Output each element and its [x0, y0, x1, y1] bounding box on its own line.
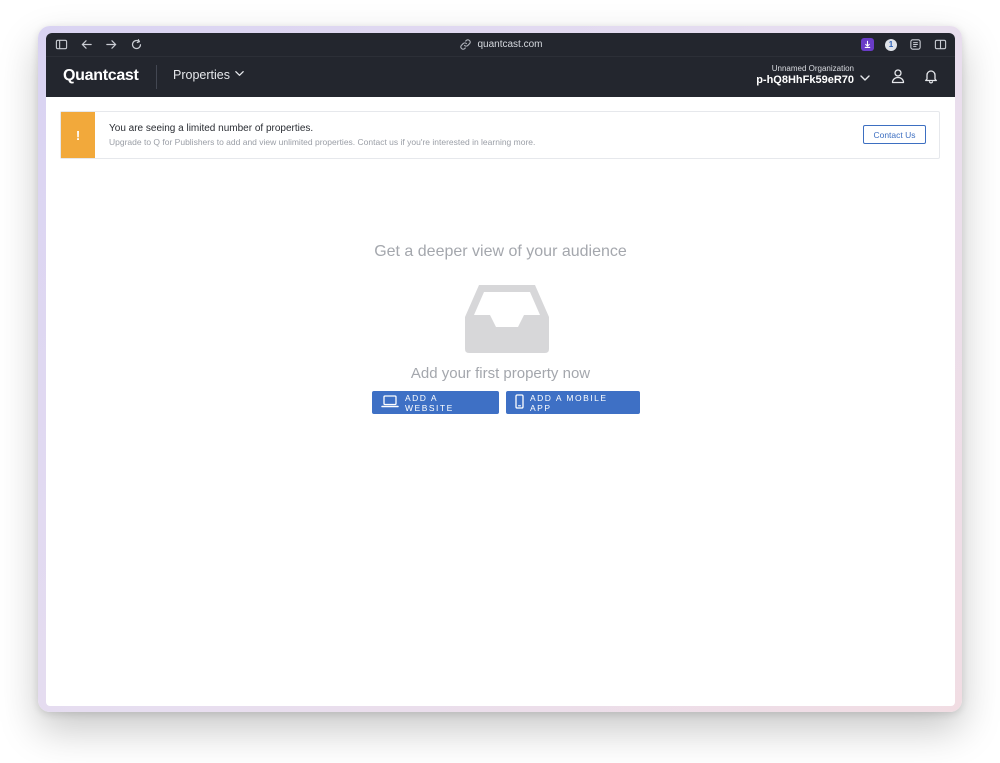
split-view-icon[interactable] — [933, 38, 947, 52]
add-website-label: ADD A WEBSITE — [405, 392, 454, 413]
forward-arrow-icon[interactable] — [104, 38, 118, 52]
add-property-actions: ADD A WEBSITE ADD A MOBILE APP — [372, 391, 640, 414]
address-bar: quantcast.com — [46, 33, 955, 56]
empty-state-title: Get a deeper view of your audience — [374, 243, 627, 260]
bell-icon[interactable] — [923, 68, 939, 89]
browser-window: quantcast.com 1 Quantcast Properties Unn — [46, 33, 955, 706]
browser-nav-controls — [54, 33, 143, 56]
warning-icon: ! — [61, 112, 95, 158]
properties-menu[interactable]: Properties — [173, 68, 245, 82]
sidebar-icon[interactable] — [54, 38, 68, 52]
organization-switcher[interactable]: Unnamed Organization p-hQ8HhFk59eR70 — [756, 64, 854, 87]
inbox-tray-icon — [465, 285, 549, 353]
organization-name: Unnamed Organization — [771, 64, 854, 73]
chevron-down-icon[interactable] — [859, 71, 871, 89]
banner-title: You are seeing a limited number of prope… — [109, 123, 314, 134]
browser-toolbar: quantcast.com 1 — [46, 33, 955, 56]
contact-us-button[interactable]: Contact Us — [863, 125, 926, 144]
app-header: Quantcast Properties Unnamed Organizatio… — [46, 56, 955, 97]
banner-subtitle: Upgrade to Q for Publishers to add and v… — [109, 137, 536, 147]
reload-icon[interactable] — [129, 38, 143, 52]
reader-icon[interactable] — [908, 38, 922, 52]
properties-menu-label: Properties — [173, 68, 230, 82]
organization-id: p-hQ8HhFk59eR70 — [756, 74, 854, 86]
add-mobile-app-button[interactable]: ADD A MOBILE APP — [506, 391, 640, 414]
add-mobile-app-label: ADD A MOBILE APP — [530, 392, 608, 413]
password-manager-icon[interactable]: 1 — [885, 38, 897, 51]
mobile-phone-icon — [515, 394, 524, 411]
download-extension-icon[interactable] — [861, 38, 874, 51]
laptop-icon — [381, 395, 399, 410]
user-icon[interactable] — [890, 68, 906, 89]
empty-state-subtitle: Add your first property now — [410, 365, 591, 382]
url-text[interactable]: quantcast.com — [477, 39, 542, 50]
browser-extensions: 1 — [861, 33, 947, 56]
quantcast-logo[interactable]: Quantcast — [63, 67, 139, 85]
back-arrow-icon[interactable] — [79, 38, 93, 52]
limited-properties-banner: ! You are seeing a limited number of pro… — [60, 111, 940, 159]
header-divider — [156, 65, 157, 89]
link-icon — [458, 38, 472, 52]
add-website-button[interactable]: ADD A WEBSITE — [372, 391, 499, 414]
chevron-down-icon — [234, 68, 245, 82]
